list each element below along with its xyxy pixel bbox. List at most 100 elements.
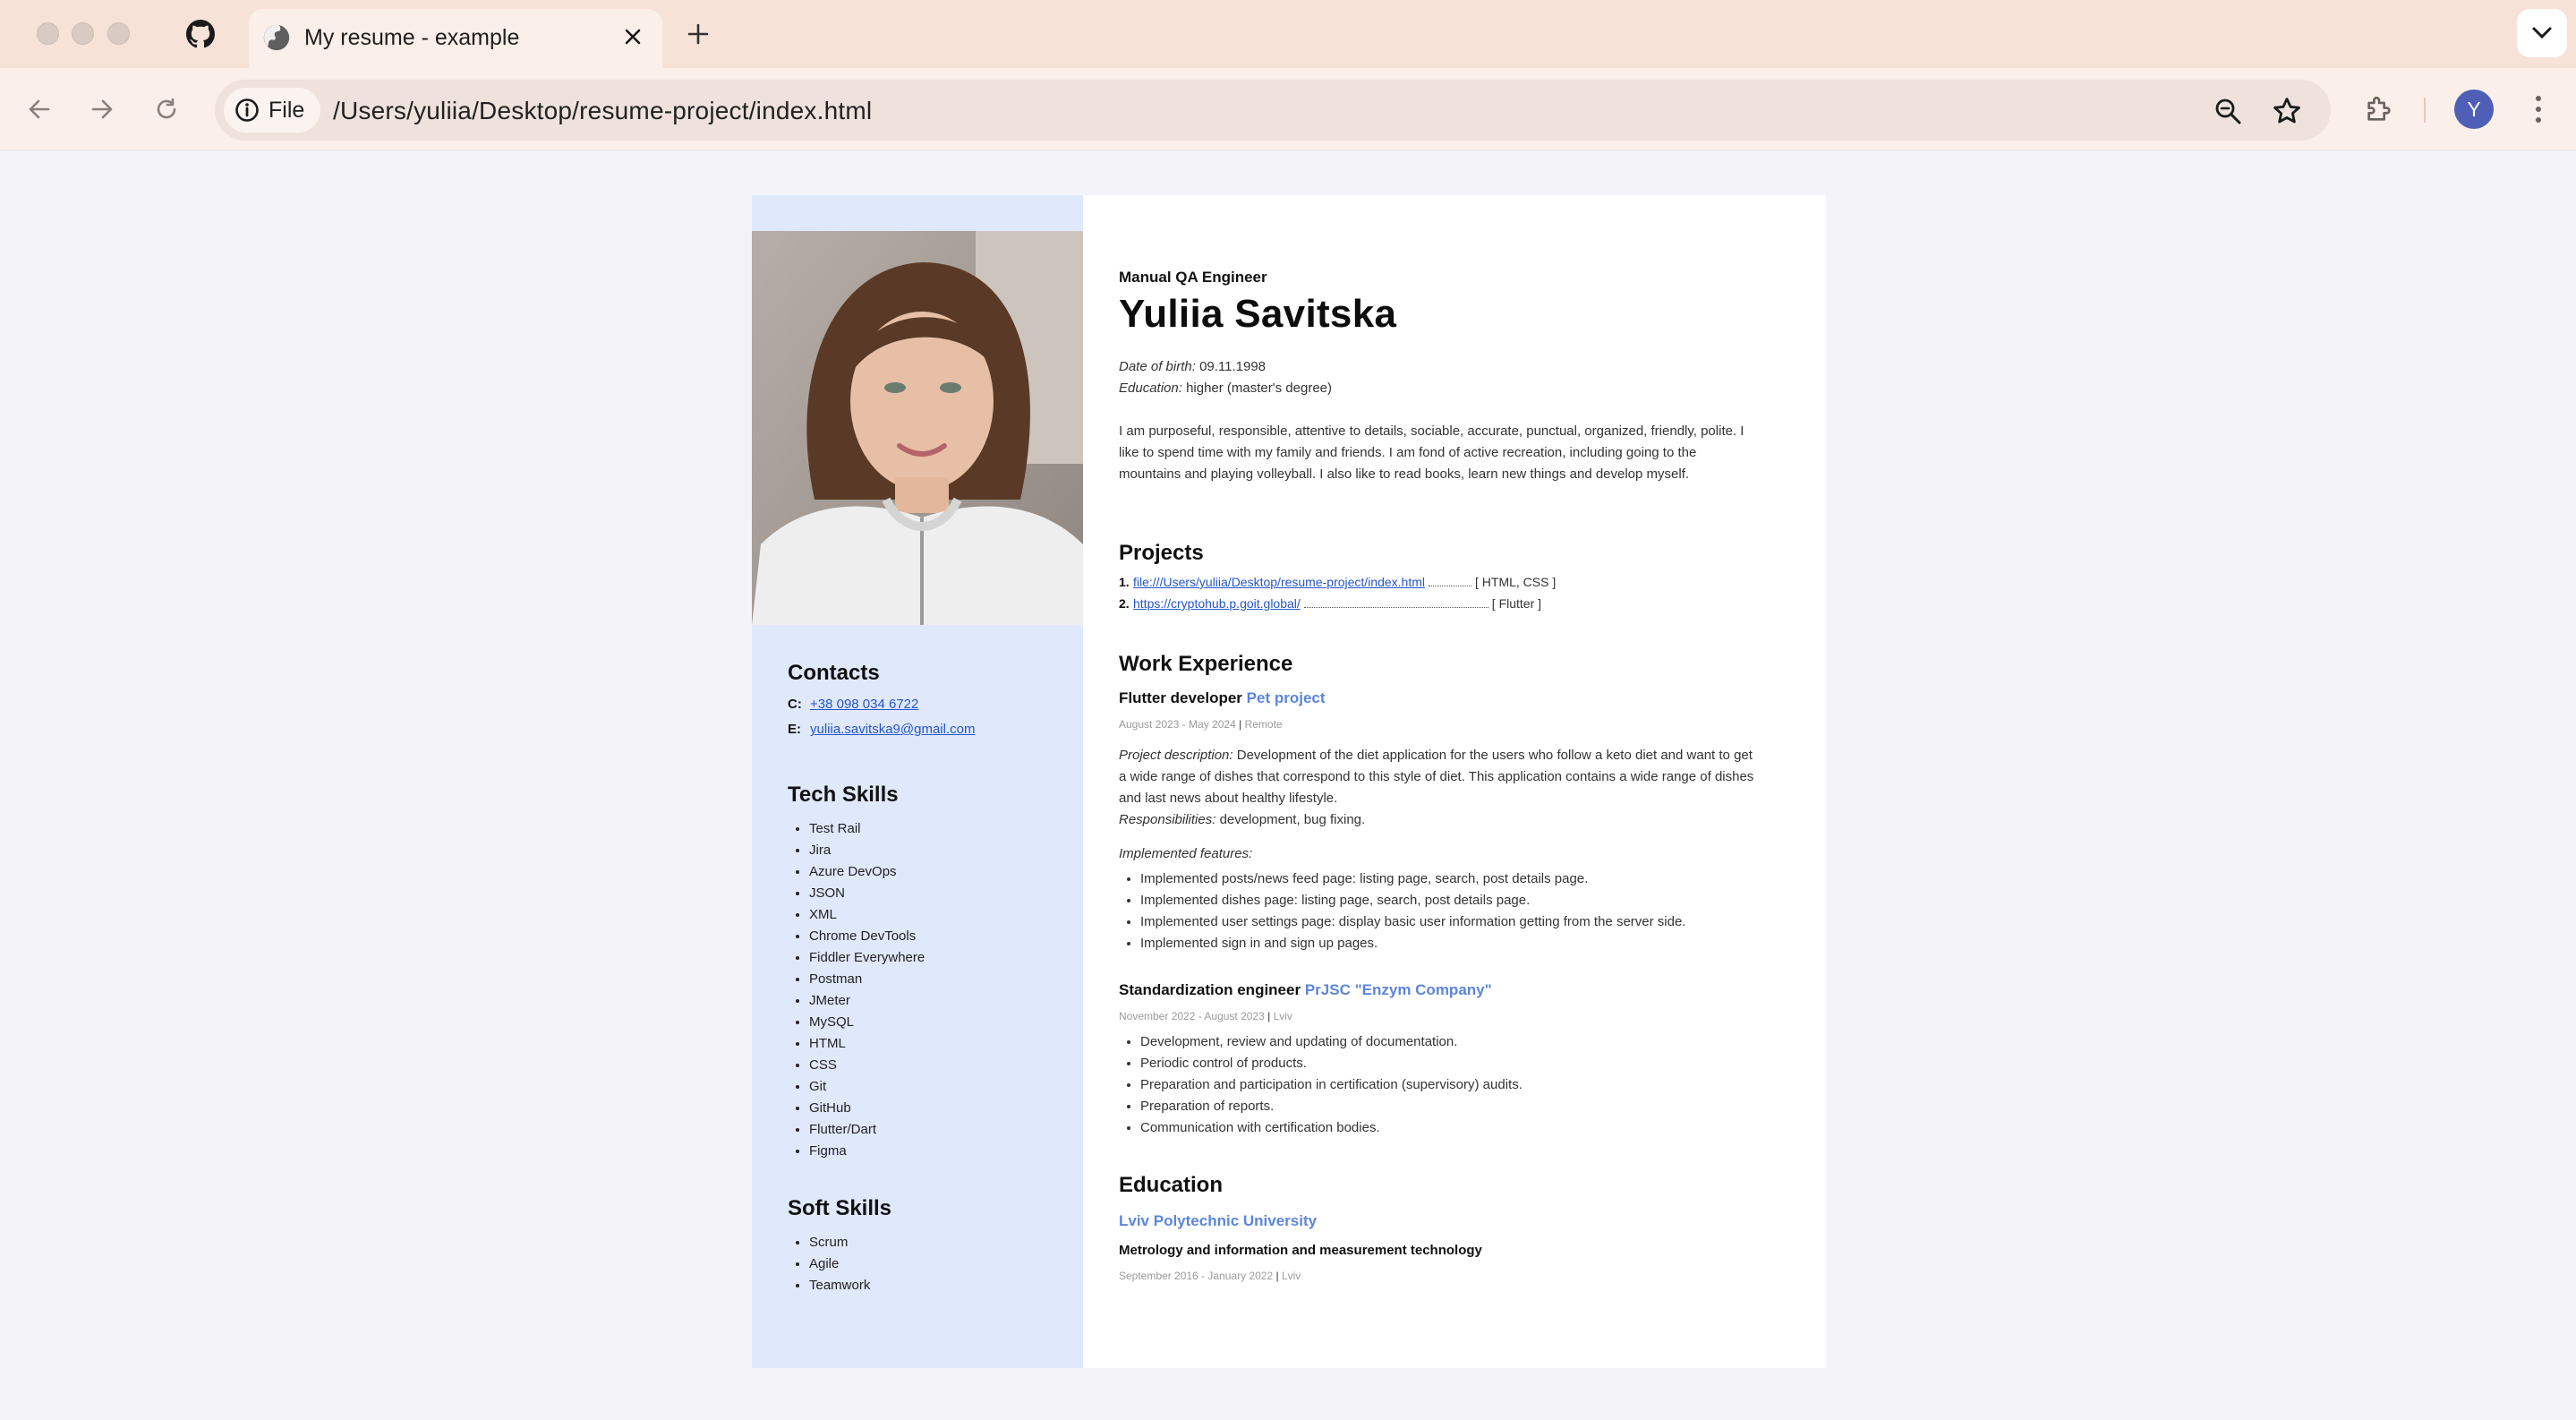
bookmark-button[interactable] (2268, 92, 2306, 130)
info-icon (235, 98, 259, 122)
job-company: PrJSC "Enzym Company" (1304, 981, 1492, 998)
address-bar[interactable]: File /Users/yuliia/Desktop/resume-projec… (215, 80, 2331, 141)
job-role: Flutter developer (1119, 689, 1242, 706)
github-icon (186, 20, 215, 48)
responsibilities-text: development, bug fixing. (1219, 812, 1366, 827)
contact-email: E: yuliia.savitska9@gmail.com (788, 722, 1065, 737)
pinned-tab-github[interactable] (175, 16, 226, 52)
tech-skill-item: JMeter (809, 990, 1065, 1012)
tech-skill-item: Azure DevOps (809, 861, 1065, 883)
description-label: Project description: (1119, 748, 1233, 763)
duties-list: Development, review and updating of docu… (1119, 1031, 1523, 1139)
soft-skills-list: Scrum Agile Teamwork (788, 1232, 1065, 1296)
list-item: Communication with certification bodies. (1140, 1117, 1523, 1139)
job-dates: November 2022 - August 2023 (1119, 1010, 1265, 1022)
resume-sheet: Contacts C: +38 098 034 6722 E: yuliia.s… (752, 195, 1826, 1368)
about-paragraph: I am purposeful, responsible, attentive … (1119, 423, 1744, 482)
job-dates: August 2023 - May 2024 (1119, 718, 1236, 731)
star-icon (2273, 98, 2300, 124)
tab-close-button[interactable] (618, 21, 648, 52)
tech-skill-item: Chrome DevTools (809, 926, 1065, 947)
list-item: Development, review and updating of docu… (1140, 1031, 1523, 1053)
back-button[interactable] (18, 88, 61, 131)
page-viewport: Contacts C: +38 098 034 6722 E: yuliia.s… (0, 150, 2576, 1420)
url-text[interactable]: /Users/yuliia/Desktop/resume-project/ind… (333, 97, 872, 125)
responsibilities-label: Responsibilities: (1119, 812, 1216, 827)
toolbar-separator (2424, 98, 2426, 123)
leader-dots (1429, 577, 1472, 586)
sidebar-content: Contacts C: +38 098 034 6722 E: yuliia.s… (788, 661, 1065, 1296)
tech-skill-item: Test Rail (809, 818, 1065, 840)
reload-icon (157, 98, 176, 119)
project-number: 1. (1119, 575, 1130, 589)
zoom-out-icon (2215, 98, 2241, 124)
tech-skill-item: XML (809, 904, 1065, 926)
arrow-right-icon (91, 99, 113, 119)
phone-link[interactable]: +38 098 034 6722 (810, 697, 918, 712)
contacts-heading: Contacts (788, 661, 880, 685)
person-name: Yuliia Savitska (1119, 292, 1397, 336)
site-info-chip[interactable]: File (224, 88, 321, 133)
tab-my-resume[interactable]: My resume - example (249, 9, 662, 68)
contact-phone: C: +38 098 034 6722 (788, 697, 1065, 712)
tech-skill-item: JSON (809, 883, 1065, 904)
soft-skill-item: Scrum (809, 1232, 1065, 1253)
tech-skill-item: Git (809, 1076, 1065, 1098)
browser-menu-button[interactable] (2521, 88, 2556, 131)
education-dates: September 2016 - January 2022 (1119, 1270, 1274, 1282)
personal-facts: Date of birth: 09.11.1998 Education: hig… (1119, 356, 1332, 399)
soft-skill-item: Agile (809, 1253, 1065, 1275)
tech-skills-list: Test Rail Jira Azure DevOps JSON XML Chr… (788, 818, 1065, 1162)
portrait-image (752, 231, 1083, 625)
project-tech: [ HTML, CSS ] (1475, 575, 1557, 589)
browser-toolbar: File /Users/yuliia/Desktop/resume-projec… (0, 68, 2576, 150)
tech-skill-item: GitHub (809, 1098, 1065, 1119)
forward-button[interactable] (81, 88, 124, 131)
tech-skill-item: HTML (809, 1033, 1065, 1055)
leader-dots (1303, 599, 1488, 608)
list-item: Implemented dishes page: listing page, s… (1140, 890, 1685, 911)
tech-skills-heading: Tech Skills (788, 783, 899, 807)
tech-skill-item: MySQL (809, 1012, 1065, 1033)
dob-label: Date of birth: (1119, 359, 1196, 374)
tech-skill-item: Jira (809, 840, 1065, 861)
job-meta: November 2022 - August 2023 | Lviv (1119, 1010, 1292, 1022)
close-icon (625, 29, 641, 45)
job-role: Standardization engineer (1119, 981, 1301, 998)
zoom-button[interactable] (2209, 92, 2247, 130)
project-link[interactable]: file:///Users/yuliia/Desktop/resume-proj… (1133, 575, 1425, 589)
education-value: higher (master's degree) (1186, 381, 1332, 396)
tab-title: My resume - example (304, 25, 520, 50)
tech-skill-item: Figma (809, 1141, 1065, 1162)
puzzle-icon (2367, 96, 2391, 121)
project-tech: [ Flutter ] (1491, 596, 1542, 611)
project-row: 1. file:///Users/yuliia/Desktop/resume-p… (1119, 575, 1556, 589)
new-tab-button[interactable] (678, 14, 718, 54)
profile-avatar[interactable]: Y (2454, 90, 2494, 129)
tech-skill-item: Postman (809, 969, 1065, 990)
work-experience-heading: Work Experience (1119, 652, 1293, 676)
more-vert-icon (2536, 96, 2541, 123)
degree-name: Metrology and information and measuremen… (1119, 1243, 1482, 1258)
email-link[interactable]: yuliia.savitska9@gmail.com (810, 722, 975, 737)
dob-value: 09.11.1998 (1199, 359, 1267, 374)
job-title: Standardization engineer PrJSC "Enzym Co… (1119, 981, 1492, 999)
job-title: Flutter developer Pet project (1119, 689, 1326, 707)
list-item: Preparation of reports. (1140, 1096, 1523, 1117)
project-link[interactable]: https://cryptohub.p.goit.global/ (1133, 596, 1301, 611)
tab-strip: My resume - example (0, 0, 2576, 68)
chevron-down-icon (2532, 27, 2552, 39)
extensions-button[interactable] (2358, 88, 2401, 131)
list-item: Preparation and participation in certifi… (1140, 1074, 1523, 1096)
job-location: Lviv (1273, 1010, 1292, 1022)
soft-skill-item: Teamwork (809, 1275, 1065, 1296)
window-close-button[interactable] (37, 22, 59, 45)
window-minimize-button[interactable] (72, 22, 94, 45)
job-meta: August 2023 - May 2024 | Remote (1119, 718, 1283, 731)
window-zoom-button[interactable] (107, 22, 130, 45)
tab-search-button[interactable] (2517, 9, 2567, 57)
reload-button[interactable] (145, 88, 188, 131)
job-location: Remote (1244, 718, 1283, 731)
list-item: Implemented posts/news feed page: listin… (1140, 868, 1685, 890)
school-name: Lviv Polytechnic University (1119, 1212, 1318, 1229)
